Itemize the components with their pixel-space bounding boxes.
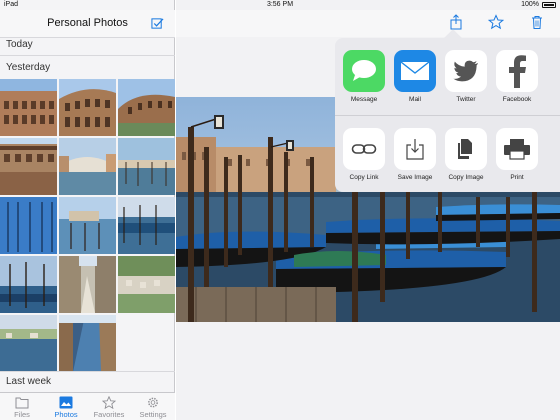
share-twitter-button[interactable]: Twitter — [444, 50, 488, 103]
tab-photos-label: Photos — [54, 410, 78, 419]
tab-favorites-label: Favorites — [93, 410, 125, 419]
clock: 3:56 PM — [266, 1, 294, 8]
share-mail-button[interactable]: Mail — [393, 50, 437, 103]
save-image-icon — [394, 128, 436, 170]
photos-icon — [59, 396, 73, 409]
copy-image-label: Copy Image — [448, 174, 484, 181]
tab-files-label: Files — [14, 410, 30, 419]
battery-status: 100% — [521, 0, 556, 10]
print-icon — [496, 128, 538, 170]
sidebar-title: Personal Photos — [47, 17, 128, 29]
select-checkbox-icon[interactable] — [151, 17, 164, 30]
facebook-icon — [496, 50, 538, 92]
print-label: Print — [510, 174, 524, 181]
photo-thumbnail[interactable] — [118, 197, 175, 254]
photo-thumbnail[interactable] — [0, 79, 57, 136]
mail-icon — [394, 50, 436, 92]
print-button[interactable]: Print — [495, 128, 539, 181]
photo-thumbnail[interactable] — [59, 197, 116, 254]
tab-photos[interactable]: Photos — [44, 395, 88, 420]
status-bar: iPad 3:56 PM 100% — [0, 0, 560, 10]
divider — [335, 115, 560, 116]
copy-image-button[interactable]: Copy Image — [444, 128, 488, 181]
photo-thumbnail[interactable] — [59, 138, 116, 195]
section-today[interactable]: Today — [6, 39, 33, 50]
share-facebook-button[interactable]: Facebook — [495, 50, 539, 103]
share-message-label: Message — [350, 96, 378, 103]
divider — [0, 371, 175, 372]
message-icon — [343, 50, 385, 92]
section-last-week[interactable]: Last week — [6, 376, 51, 387]
photo-thumbnail[interactable] — [0, 256, 57, 313]
files-icon — [15, 397, 29, 409]
share-facebook-label: Facebook — [502, 96, 532, 103]
tab-settings[interactable]: Settings — [131, 395, 175, 420]
twitter-icon — [445, 50, 487, 92]
trash-icon[interactable] — [529, 14, 545, 30]
divider — [0, 55, 175, 56]
section-yesterday[interactable]: Yesterday — [6, 62, 50, 73]
battery-percent: 100% — [521, 1, 539, 8]
photo-thumbnail[interactable] — [0, 315, 57, 372]
gear-icon — [148, 397, 158, 408]
star-icon — [102, 396, 116, 409]
share-mail-label: Mail — [409, 96, 421, 103]
favorite-star-icon[interactable] — [488, 14, 504, 30]
photo-thumbnail[interactable] — [59, 315, 116, 372]
share-sheet: Message Mail Twitter Facebook Copy Link … — [335, 38, 560, 192]
copy-link-label: Copy Link — [349, 174, 379, 181]
tab-settings-label: Settings — [139, 410, 167, 419]
share-message-button[interactable]: Message — [342, 50, 386, 103]
photo-thumbnail[interactable] — [118, 138, 175, 195]
sidebar: Personal Photos Today Yesterday Last wee… — [0, 0, 175, 420]
photo-thumbnail[interactable] — [0, 197, 57, 254]
link-icon — [343, 128, 385, 170]
copy-link-button[interactable]: Copy Link — [342, 128, 386, 181]
photo-thumbnail[interactable] — [59, 79, 116, 136]
photo-thumbnail[interactable] — [118, 256, 175, 313]
tab-favorites[interactable]: Favorites — [87, 395, 131, 420]
photo-thumbnail[interactable] — [59, 256, 116, 313]
save-image-label: Save Image — [397, 174, 433, 181]
viewer-toolbar — [176, 10, 560, 37]
tab-bar: Files Photos Favorites Settings — [0, 392, 175, 420]
battery-icon — [542, 2, 556, 8]
divider — [0, 37, 175, 38]
copy-image-icon — [445, 128, 487, 170]
save-image-button[interactable]: Save Image — [393, 128, 437, 181]
sidebar-header: Personal Photos — [0, 10, 175, 37]
share-twitter-label: Twitter — [456, 96, 476, 103]
photo-thumbnail[interactable] — [118, 79, 175, 136]
tab-files[interactable]: Files — [0, 395, 44, 420]
share-icon[interactable] — [448, 14, 464, 30]
photo-thumbnail[interactable] — [0, 138, 57, 195]
